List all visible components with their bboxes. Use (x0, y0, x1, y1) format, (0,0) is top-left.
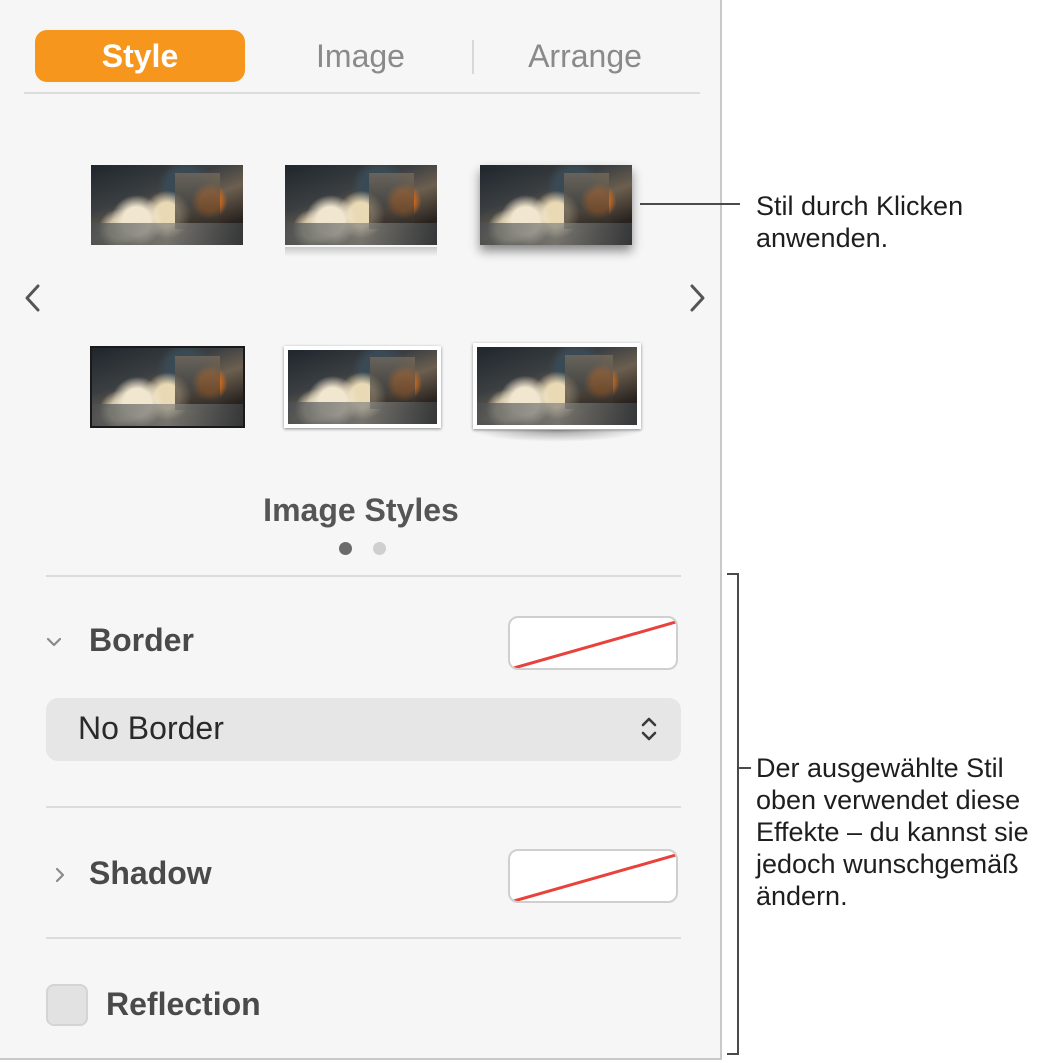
tab-arrange[interactable]: Arrange (485, 30, 685, 82)
page-dot[interactable] (373, 542, 386, 555)
curl-shadow-effect (470, 430, 644, 442)
section-divider (46, 806, 681, 808)
image-style-drop-shadow[interactable] (480, 165, 632, 245)
chevron-right-icon[interactable] (50, 865, 70, 885)
border-style-value: No Border (78, 710, 224, 746)
reflection-effect (285, 247, 437, 257)
border-label: Border (89, 622, 194, 658)
shadow-label: Shadow (89, 855, 212, 891)
callout-bracket-top (727, 573, 739, 575)
reflection-label: Reflection (106, 986, 261, 1022)
shadow-color-well[interactable] (508, 849, 678, 903)
image-style-black-border[interactable] (90, 346, 245, 428)
tab-separator (472, 40, 474, 74)
section-divider (46, 575, 681, 577)
image-style-white-border-curl[interactable] (473, 343, 641, 429)
border-color-well[interactable] (508, 616, 678, 670)
image-style-reflection[interactable] (285, 165, 437, 245)
callout-leader-line (640, 203, 740, 205)
tab-style[interactable]: Style (35, 30, 245, 82)
tab-bar-divider (24, 92, 700, 94)
callout-apply-style: Stil durch Klicken anwenden. (756, 191, 964, 253)
chevron-down-icon[interactable] (44, 632, 64, 652)
tab-image[interactable]: Image (258, 30, 463, 82)
chevron-right-icon[interactable] (682, 280, 712, 316)
callout-bracket (737, 573, 739, 1055)
page-dot-active[interactable] (339, 542, 352, 555)
format-sidebar: Style Image Arrange Image Styles Border … (0, 0, 722, 1060)
chevron-updown-icon (639, 714, 659, 749)
section-divider (46, 937, 681, 939)
chevron-left-icon[interactable] (18, 280, 48, 316)
callout-bracket-bottom (727, 1053, 739, 1055)
callout-bracket-tick (739, 767, 751, 769)
image-styles-title: Image Styles (263, 492, 459, 528)
callout-effects-note: Der ausgewählte Stil oben verwendet dies… (756, 753, 1029, 911)
image-style-plain[interactable] (91, 165, 243, 245)
reflection-checkbox[interactable] (46, 984, 88, 1026)
border-style-select[interactable]: No Border (46, 698, 681, 761)
image-style-white-border[interactable] (284, 346, 441, 428)
